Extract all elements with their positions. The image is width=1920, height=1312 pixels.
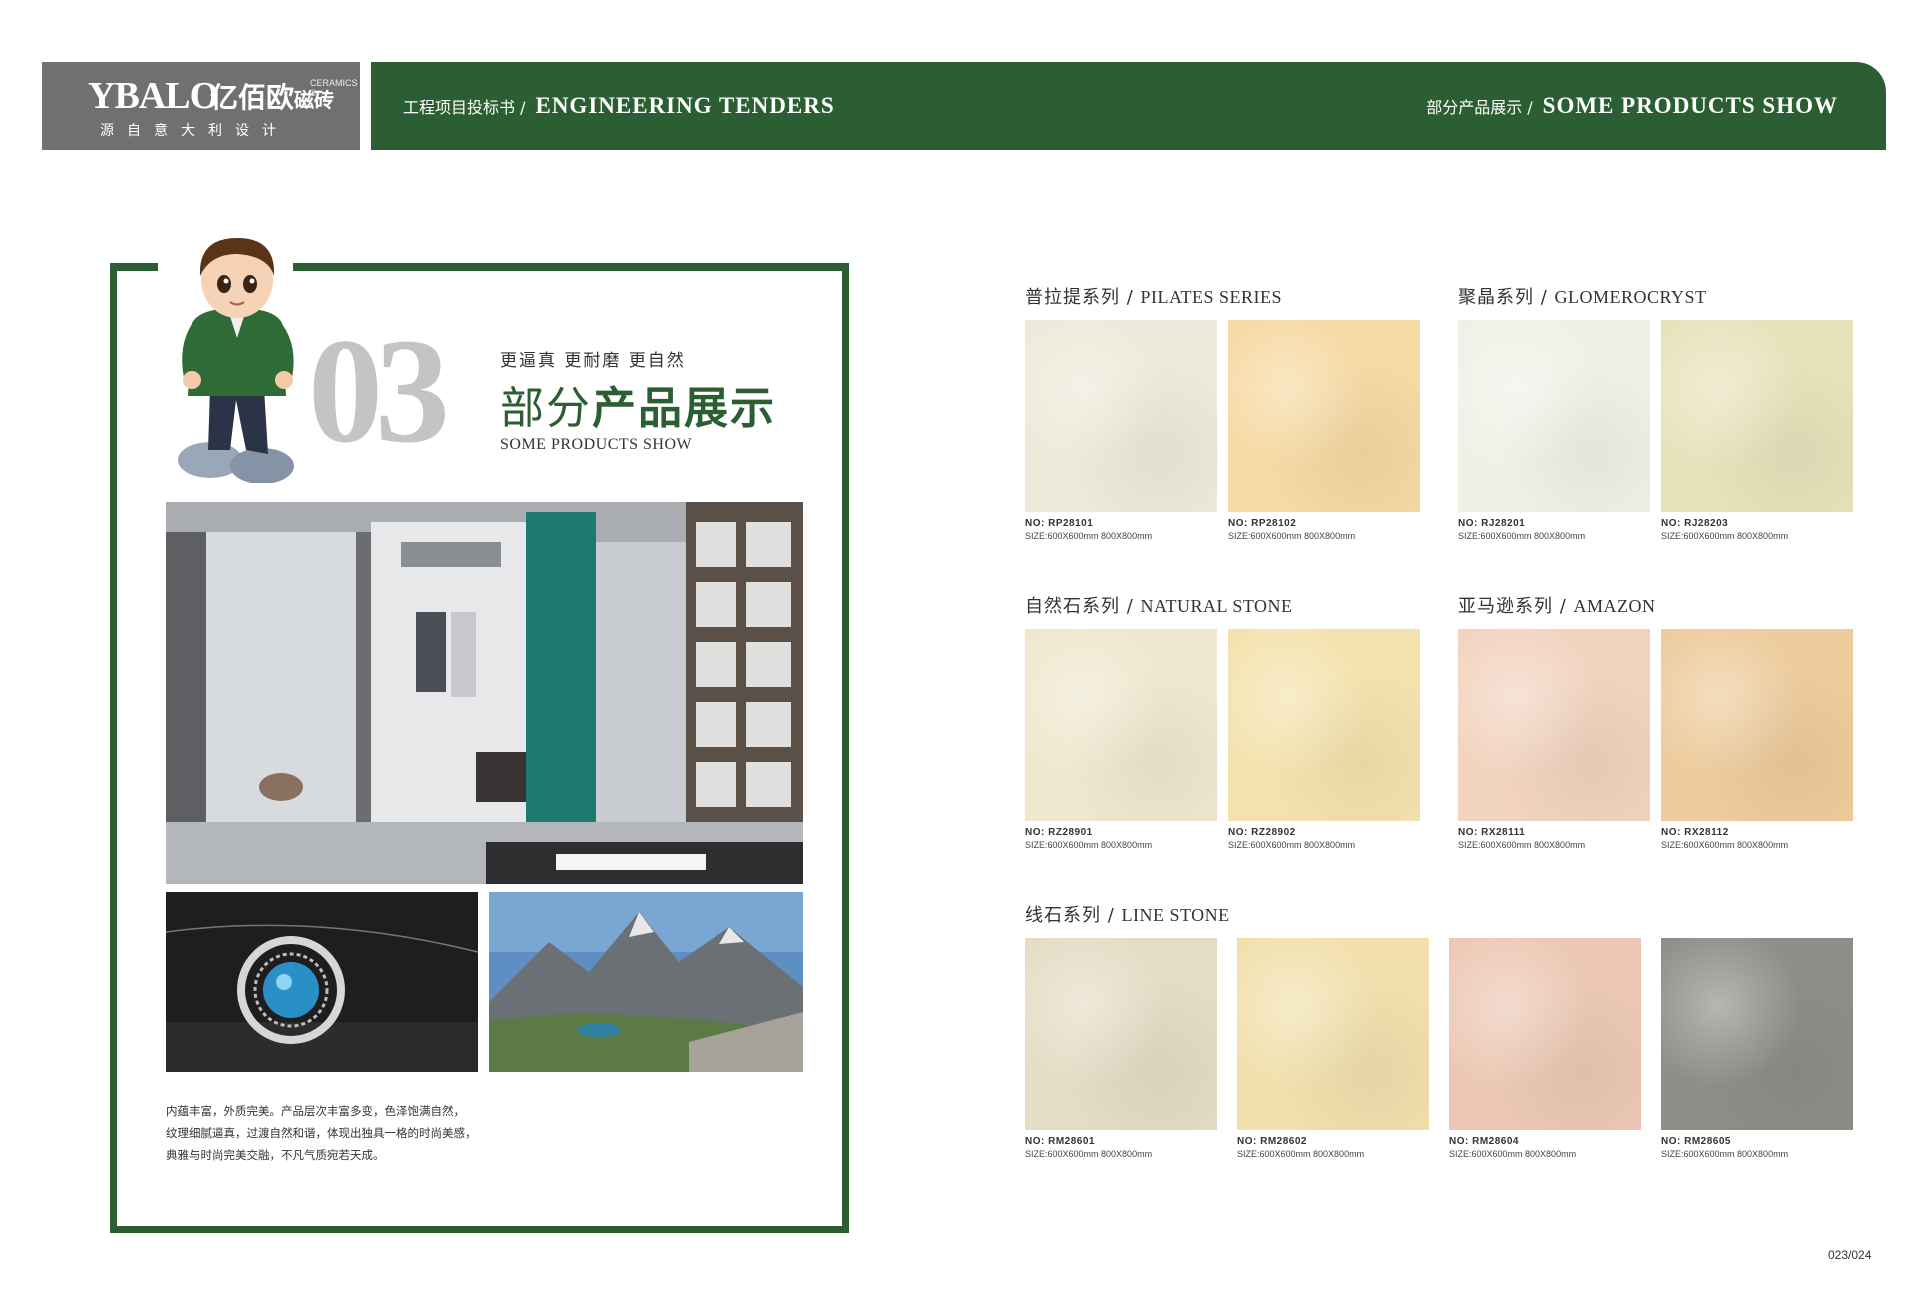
logo-slogan: 源自意大利设计 <box>100 123 289 139</box>
tile-size: SIZE:600X600mm 800X800mm <box>1025 531 1153 541</box>
series-title-pilates: 普拉提系列 / PILATES SERIES <box>1025 287 1283 308</box>
tile-swatch[interactable] <box>1228 320 1420 512</box>
tile-code: NO: RJ28201 <box>1458 518 1526 529</box>
tile-code: NO: RM28605 <box>1661 1136 1731 1147</box>
tile-swatch[interactable] <box>1449 938 1641 1130</box>
section-label-en: ENGINEERING TENDERS <box>535 93 835 118</box>
tile-code: NO: RP28102 <box>1228 518 1297 529</box>
logo-registered-mark: CERAMICS ® <box>310 78 358 98</box>
description-line: 典雅与时尚完美交融，不凡气质宛若天成。 <box>166 1148 385 1162</box>
tile-swatch[interactable] <box>1025 629 1217 821</box>
tile-swatch[interactable] <box>1661 320 1853 512</box>
section-title-en: SOME PRODUCTS SHOW <box>500 436 693 453</box>
page-label-en: SOME PRODUCTS SHOW <box>1542 93 1838 118</box>
mountain-photo <box>489 892 803 1072</box>
tile-code: NO: RM28601 <box>1025 1136 1095 1147</box>
tile-size: SIZE:600X600mm 800X800mm <box>1237 1149 1365 1159</box>
page-label: 部分产品展示 / SOME PRODUCTS SHOW <box>1426 62 1838 150</box>
description-line: 纹理细腻逼真，过渡自然和谐，体现出独具一格的时尚美感， <box>166 1126 477 1140</box>
section-description: 内蕴丰富，外质完美。产品层次丰富多变，色泽饱满自然， 纹理细腻逼真，过渡自然和谐… <box>166 1100 566 1166</box>
tile-swatch[interactable] <box>1458 320 1650 512</box>
tile-swatch[interactable] <box>1228 629 1420 821</box>
logo-wordmark: YBALO <box>88 75 219 117</box>
page-number: 023/024 <box>1828 1248 1872 1262</box>
tile-swatch[interactable] <box>1025 938 1217 1130</box>
tile-swatch[interactable] <box>1458 629 1650 821</box>
section-number: 03 <box>308 308 450 474</box>
tile-size: SIZE:600X600mm 800X800mm <box>1025 840 1153 850</box>
tile-code: NO: RZ28902 <box>1228 827 1296 838</box>
tile-size: SIZE:600X600mm 800X800mm <box>1449 1149 1577 1159</box>
mascot-illustration <box>178 238 294 483</box>
tile-size: SIZE:600X600mm 800X800mm <box>1661 1149 1789 1159</box>
ring-photo <box>166 892 478 1072</box>
tile-code: NO: RM28604 <box>1449 1136 1519 1147</box>
tile-code: NO: RP28101 <box>1025 518 1094 529</box>
tile-size: SIZE:600X600mm 800X800mm <box>1228 531 1356 541</box>
tile-swatch[interactable] <box>1661 629 1853 821</box>
section-title-cn: 部分产品展示 <box>500 383 776 434</box>
tile-code: NO: RJ28203 <box>1661 518 1729 529</box>
tile-swatch[interactable] <box>1237 938 1429 1130</box>
section-label: 工程项目投标书 / ENGINEERING TENDERS <box>403 62 835 150</box>
description-line: 内蕴丰富，外质完美。产品层次丰富多变，色泽饱满自然， <box>166 1104 465 1118</box>
tile-size: SIZE:600X600mm 800X800mm <box>1661 531 1789 541</box>
brand-logo: YBALO 亿佰欧磁砖 CERAMICS ® 源自意大利设计 <box>42 62 360 150</box>
section-tagline: 更逼真 更耐磨 更自然 <box>500 351 686 371</box>
series-title-line-stone: 线石系列 / LINE STONE <box>1025 905 1230 926</box>
series-title-amazon: 亚马逊系列 / AMAZON <box>1458 596 1656 617</box>
page-label-cn: 部分产品展示 / <box>1426 98 1533 117</box>
tile-size: SIZE:600X600mm 800X800mm <box>1025 1149 1153 1159</box>
tile-code: NO: RX28112 <box>1661 827 1729 838</box>
tile-swatch[interactable] <box>1025 320 1217 512</box>
tile-size: SIZE:600X600mm 800X800mm <box>1458 531 1586 541</box>
tile-size: SIZE:600X600mm 800X800mm <box>1228 840 1356 850</box>
tile-size: SIZE:600X600mm 800X800mm <box>1458 840 1586 850</box>
tile-size: SIZE:600X600mm 800X800mm <box>1661 840 1789 850</box>
section-label-cn: 工程项目投标书 / <box>403 98 526 117</box>
tile-code: NO: RZ28901 <box>1025 827 1093 838</box>
tile-swatch[interactable] <box>1661 938 1853 1130</box>
header-banner: 工程项目投标书 / ENGINEERING TENDERS 部分产品展示 / S… <box>371 62 1886 150</box>
tile-code: NO: RM28602 <box>1237 1136 1307 1147</box>
showroom-photo <box>166 502 803 884</box>
series-title-natural-stone: 自然石系列 / NATURAL STONE <box>1025 596 1293 617</box>
tile-code: NO: RX28111 <box>1458 827 1526 838</box>
series-title-glomerocryst: 聚晶系列 / GLOMEROCRYST <box>1458 287 1707 308</box>
